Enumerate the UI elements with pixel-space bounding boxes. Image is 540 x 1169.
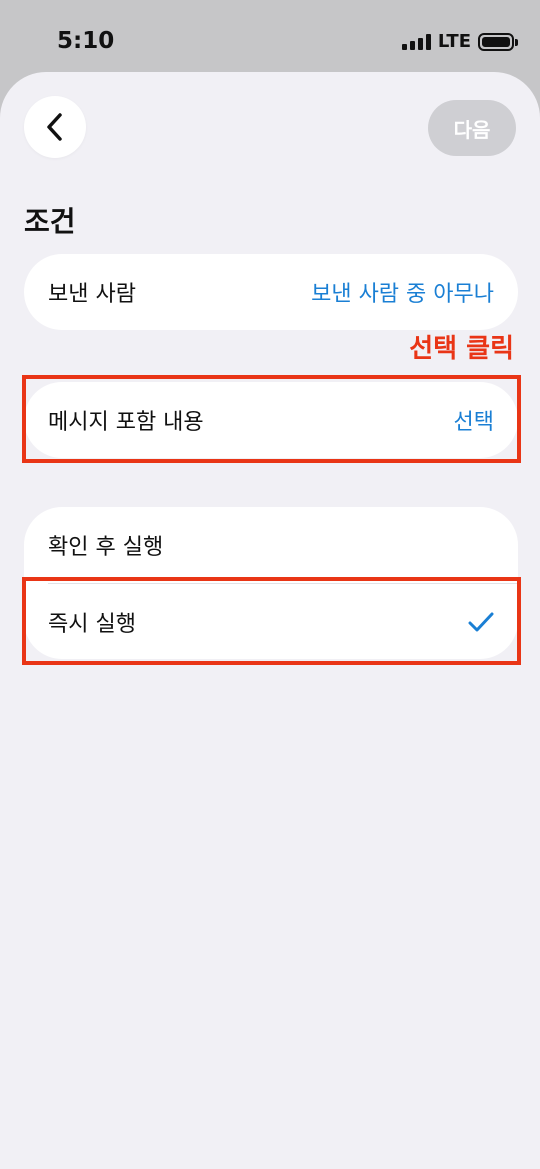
network-label: LTE (437, 31, 471, 52)
option-confirm-run[interactable]: 확인 후 실행 (24, 507, 518, 583)
sheet: 다음 조건 보낸 사람 보낸 사람 중 아무나 선택 클릭 메시지 포함 내용 … (0, 72, 540, 1169)
chevron-left-icon (47, 113, 62, 141)
signal-icon (401, 33, 431, 50)
sender-label: 보낸 사람 (48, 282, 136, 307)
sender-row[interactable]: 보낸 사람 보낸 사람 중 아무나 (24, 254, 518, 330)
section-title: 조건 (24, 205, 76, 238)
annotation-text: 선택 클릭 (409, 334, 514, 364)
next-button[interactable]: 다음 (428, 100, 516, 156)
option-label: 확인 후 실행 (48, 535, 164, 560)
status-bar: 5:10 LTE (0, 0, 540, 72)
sender-value[interactable]: 보낸 사람 중 아무나 (311, 276, 494, 308)
sender-card[interactable]: 보낸 사람 보낸 사람 중 아무나 (24, 254, 518, 330)
status-indicators: LTE (401, 31, 518, 52)
highlight-box-message (22, 375, 521, 463)
battery-icon (478, 32, 518, 51)
status-time: 5:10 (57, 28, 115, 54)
highlight-box-run-immediately (22, 577, 521, 665)
back-button[interactable] (24, 96, 86, 158)
